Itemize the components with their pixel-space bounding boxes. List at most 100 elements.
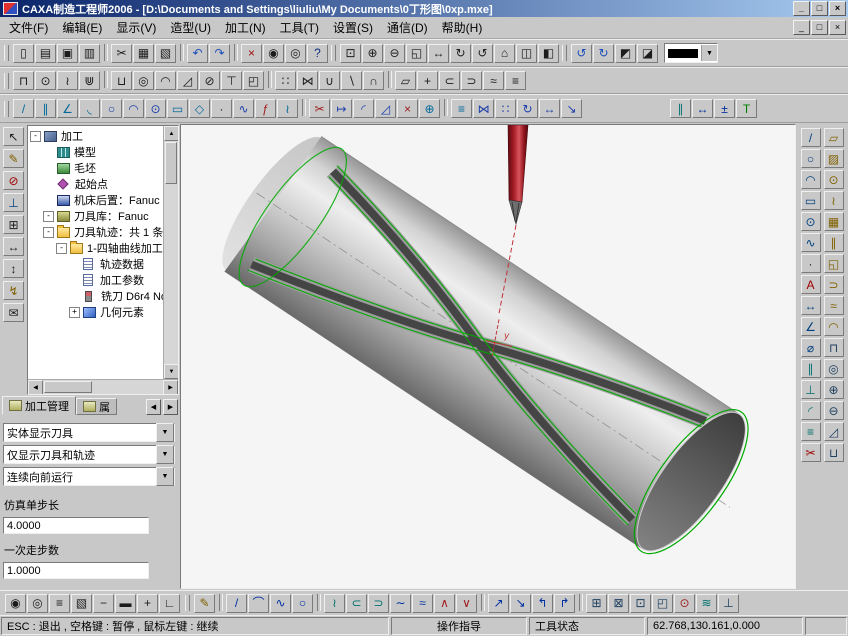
shaded-display-icon[interactable]: ◧ (538, 44, 559, 63)
pan-view-icon[interactable]: ↔ (428, 44, 449, 63)
tool-track-display-select[interactable]: 仅显示刀具和轨迹▼ (3, 445, 175, 464)
tab-scroll-left-icon[interactable]: ◀ (146, 399, 161, 415)
layer-control-icon[interactable]: ≡ (49, 594, 70, 613)
tree-item[interactable]: - 加工 (28, 128, 163, 144)
scrollbar-thumb[interactable] (44, 381, 92, 393)
toolbar-grip[interactable] (4, 45, 9, 61)
hatch-icon[interactable]: ∥ (670, 99, 691, 118)
redraw-icon[interactable]: ↻ (593, 44, 614, 63)
delete-icon[interactable]: × (241, 44, 262, 63)
tree-item[interactable]: 加工参数 (28, 272, 163, 288)
tree-item-label[interactable]: 加工参数 (100, 272, 144, 288)
hole-feature-icon[interactable]: ⊘ (199, 71, 220, 90)
reference-axis-icon[interactable]: + (417, 71, 438, 90)
scale-curve-icon[interactable]: ↘ (561, 99, 582, 118)
menu-file[interactable]: 文件(F) (2, 17, 55, 38)
tree-item[interactable]: -刀具库：Fanuc (28, 208, 163, 224)
tree-item[interactable]: 轨迹数据 (28, 256, 163, 272)
rib-feature-icon[interactable]: ⊤ (221, 71, 242, 90)
run-mode-select[interactable]: 连续向前运行▼ (3, 467, 175, 486)
tree-item[interactable]: 起始点 (28, 176, 163, 192)
collapse-icon[interactable]: - (30, 131, 41, 142)
revolve-solid-icon[interactable]: ◎ (824, 359, 844, 378)
color-control-icon[interactable]: ▧ (71, 594, 92, 613)
draft-solid-icon[interactable]: ◿ (824, 422, 844, 441)
zigzag-up-icon[interactable]: ∧ (434, 594, 455, 613)
text-icon[interactable]: T (736, 99, 757, 118)
ruled-surface-icon[interactable]: ▨ (824, 149, 844, 168)
chamfer-curve-icon[interactable]: ◿ (375, 99, 396, 118)
menu-communication[interactable]: 通信(D) (380, 17, 435, 38)
linetype-control-icon[interactable]: − (93, 594, 114, 613)
scroll-down-icon[interactable]: ▼ (164, 364, 179, 379)
tree-item[interactable]: 机床后置：Fanuc (28, 192, 163, 208)
arc-icon[interactable]: ◠ (123, 99, 144, 118)
pan-horizontal-icon[interactable]: ↔ (3, 237, 24, 256)
line-color-combo[interactable]: ▼ (664, 43, 718, 63)
contour-spline-icon[interactable]: ∿ (270, 594, 291, 613)
open-file-icon[interactable]: ▤ (35, 44, 56, 63)
maximize-icon[interactable]: □ (811, 1, 828, 16)
copy-icon[interactable]: ▦ (133, 44, 154, 63)
sketch-plane-icon[interactable]: ▱ (395, 71, 416, 90)
parallel-line-icon[interactable]: ∥ (35, 99, 56, 118)
dimension-tool-icon[interactable]: ↔ (801, 296, 821, 315)
thicken-surface-icon[interactable]: ≡ (505, 71, 526, 90)
grid-path-icon[interactable]: ⊞ (586, 594, 607, 613)
menu-tools[interactable]: 工具(T) (273, 17, 326, 38)
point-tool-icon[interactable]: · (801, 254, 821, 273)
sketch-pencil-icon[interactable]: ✎ (3, 149, 24, 168)
arc-tool-icon[interactable]: ◠ (801, 170, 821, 189)
boolean-add-icon[interactable]: ⊕ (824, 380, 844, 399)
ellipse-icon[interactable]: ⊙ (145, 99, 166, 118)
tree-item[interactable]: 毛坯 (28, 160, 163, 176)
text-tool-icon[interactable]: A (801, 275, 821, 294)
hide-entity-icon[interactable]: ◎ (27, 594, 48, 613)
erase-icon[interactable]: ⊘ (3, 171, 24, 190)
spline-tool-icon[interactable]: ∿ (801, 233, 821, 252)
cut-icon[interactable]: ✂ (111, 44, 132, 63)
sweep-surface-icon[interactable]: ≀ (824, 191, 844, 210)
ortho-control-icon[interactable]: ∟ (159, 594, 180, 613)
menu-edit[interactable]: 编辑(E) (55, 17, 109, 38)
tree-item-label[interactable]: 刀具轨迹：共 1 条 (74, 224, 163, 240)
tree-item[interactable]: -1-四轴曲线加工 (28, 240, 163, 256)
zoom-all-icon[interactable]: ⊡ (340, 44, 361, 63)
boolean-intersect-icon[interactable]: ∩ (363, 71, 384, 90)
tree-item-label[interactable]: 加工 (61, 128, 83, 144)
sweep-add-icon[interactable]: ≀ (57, 71, 78, 90)
snap-control-icon[interactable]: + (137, 594, 158, 613)
thread-cycle-icon[interactable]: ≋ (696, 594, 717, 613)
offset-tool-icon[interactable]: ≡ (801, 422, 821, 441)
select-cursor-icon[interactable]: ↖ (3, 127, 24, 146)
new-file-icon[interactable]: ▯ (13, 44, 34, 63)
array-curve-icon[interactable]: ∷ (495, 99, 516, 118)
tree-item[interactable]: -刀具轨迹：共 1 条 (28, 224, 163, 240)
toolbar-grip[interactable] (331, 45, 336, 61)
break-curve-icon[interactable]: × (397, 99, 418, 118)
revolve-cut-icon[interactable]: ◎ (133, 71, 154, 90)
point-icon[interactable]: · (211, 99, 232, 118)
save-file-icon[interactable]: ▣ (57, 44, 78, 63)
boolean-subtract-icon[interactable]: ∖ (341, 71, 362, 90)
boolean-union-icon[interactable]: ∪ (319, 71, 340, 90)
rotate-curve-icon[interactable]: ↻ (517, 99, 538, 118)
menu-model[interactable]: 造型(U) (163, 17, 218, 38)
mdi-minimize-icon[interactable]: _ (793, 20, 810, 35)
shell-feature-icon[interactable]: ◰ (243, 71, 264, 90)
polygon-icon[interactable]: ◇ (189, 99, 210, 118)
box-path-icon[interactable]: ⊠ (608, 594, 629, 613)
sketch-trajectory-icon[interactable]: ✎ (194, 594, 215, 613)
tab-machining-manager[interactable]: 加工管理 (2, 396, 76, 415)
tree-horizontal-scrollbar[interactable]: ◀ ▶ (28, 379, 178, 394)
path-up-icon[interactable]: ↗ (488, 594, 509, 613)
path-turn-left-icon[interactable]: ↰ (532, 594, 553, 613)
wave-path-dense-icon[interactable]: ≈ (412, 594, 433, 613)
contour-arc-icon[interactable]: ⌒ (248, 594, 269, 613)
rectangle-icon[interactable]: ▭ (167, 99, 188, 118)
trim-tool-icon[interactable]: ✂ (801, 443, 821, 462)
spline-icon[interactable]: ∿ (233, 99, 254, 118)
tree-item-label[interactable]: 铣刀 D6r4 No:4 F (101, 288, 163, 304)
extend-surface-icon[interactable]: ⊃ (824, 275, 844, 294)
tree-item-label[interactable]: 机床后置：Fanuc (74, 192, 160, 208)
